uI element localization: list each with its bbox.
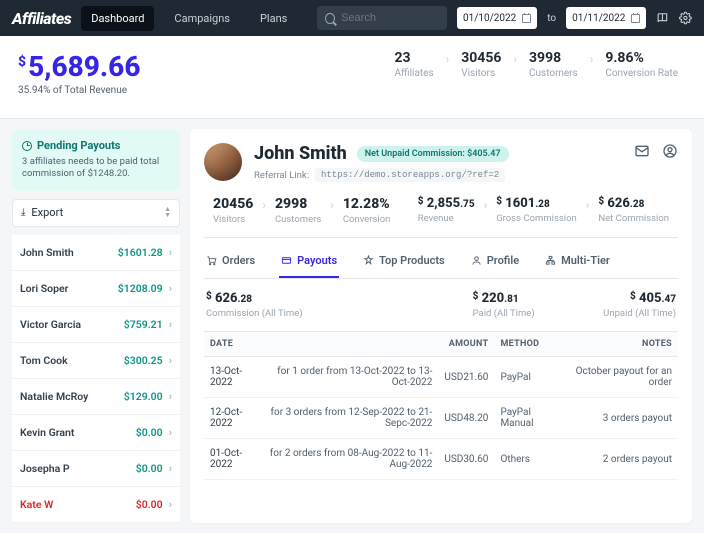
date-from-input[interactable]: 01/10/2022 [457, 7, 537, 29]
calendar-icon [522, 14, 531, 23]
pending-text: 3 affiliates needs to be paid total comm… [22, 156, 170, 181]
brand-logo: Affiliates [12, 9, 71, 28]
chevron-right-icon: › [169, 282, 172, 295]
tab-profile[interactable]: Profile [469, 248, 521, 278]
profile-name: John Smith [254, 143, 347, 164]
tab-payouts[interactable]: Payouts [279, 248, 339, 278]
search-input[interactable] [341, 12, 439, 24]
chevron-right-icon: › [169, 318, 172, 331]
stat-customers: 2998Customers [266, 196, 330, 225]
stat-net-commission: $ 626.28Net Commission [589, 196, 678, 224]
chevron-right-icon: › [169, 498, 172, 511]
pending-payouts-card: Pending Payouts 3 affiliates needs to be… [12, 129, 180, 191]
affiliate-row[interactable]: Tom Cook$300.25› [12, 343, 180, 379]
tab-multi-tier[interactable]: Multi-Tier [543, 248, 612, 278]
col-amount: AMOUNT [438, 332, 494, 357]
total-revenue: $5,689.66 [18, 50, 140, 83]
stat-gross-commission: $ 1601.28Gross Commission [487, 196, 586, 224]
payout-summary-commission-all-time-: $ 626.28Commission (All Time) [206, 291, 303, 319]
chevron-right-icon: › [446, 50, 450, 66]
chevron-right-icon: › [169, 390, 172, 403]
col-notes: NOTES [566, 332, 678, 357]
tab-orders[interactable]: Orders [204, 248, 257, 278]
stat-visitors: 20456Visitors [204, 196, 262, 225]
gear-icon[interactable] [679, 11, 692, 25]
payout-row: 13-Oct-2022for 1 order from 13-Oct-2022 … [204, 357, 678, 398]
stat-revenue: $ 2,855.75Revenue [409, 196, 484, 224]
affiliate-row[interactable]: Kevin Grant$0.00› [12, 415, 180, 451]
chevron-right-icon: › [513, 50, 517, 66]
sort-icon: ▲▼ [164, 207, 171, 218]
topbar: Affiliates Dashboard Campaigns Plans 01/… [0, 0, 704, 36]
col-date: DATE [204, 332, 263, 357]
affiliate-row[interactable]: Natalie McRoy$129.00› [12, 379, 180, 415]
date-to-input[interactable]: 01/11/2022 [566, 7, 646, 29]
detail-panel: John Smith Net Unpaid Commission: $405.4… [190, 129, 692, 523]
chevron-right-icon: › [169, 426, 172, 439]
book-icon[interactable] [656, 11, 669, 25]
tabs: Orders Payouts Top Products Profile Multi-Ti… [204, 238, 678, 279]
pending-title: Pending Payouts [37, 139, 120, 152]
download-icon: ⤓ [21, 207, 25, 218]
payouts-table: DATE AMOUNTMETHODNOTES 13-Oct-2022for 1 o… [204, 331, 678, 480]
commission-badge: Net Unpaid Commission: $405.47 [357, 146, 509, 162]
revenue-subtitle: 35.94% of Total Revenue [18, 85, 140, 96]
calendar-icon [631, 14, 640, 23]
affiliate-row[interactable]: Victor Garcia$759.21› [12, 307, 180, 343]
nav-plans[interactable]: Plans [250, 6, 297, 31]
kpi-visitors: 30456Visitors [453, 50, 509, 79]
avatar [204, 143, 242, 181]
affiliate-list: John Smith$1601.28›Lori Soper$1208.09›Vi… [12, 235, 180, 523]
nav-campaigns[interactable]: Campaigns [164, 6, 240, 31]
sidebar: Pending Payouts 3 affiliates needs to be… [12, 129, 180, 523]
stat-conversion: 12.28%Conversion [334, 196, 400, 225]
clock-icon [22, 141, 32, 151]
affiliate-row[interactable]: John Smith$1601.28› [12, 235, 180, 271]
chevron-right-icon: › [169, 246, 172, 259]
referral-url[interactable]: https://demo.storeapps.org/?ref=2 [315, 168, 505, 182]
metrics-bar: $5,689.66 35.94% of Total Revenue 23Affi… [0, 36, 704, 119]
payout-row: 01-Oct-2022for 2 orders from 08-Aug-2022… [204, 439, 678, 480]
kpi-customers: 3998Customers [521, 50, 586, 79]
mail-icon[interactable] [634, 143, 650, 159]
col-desc [263, 332, 439, 357]
kpi-conversion-rate: 9.86%Conversion Rate [597, 50, 686, 79]
affiliate-row[interactable]: Kate W$0.00› [12, 487, 180, 523]
date-to-label: to [547, 13, 556, 24]
search-box[interactable] [317, 6, 447, 30]
kpi-affiliates: 23Affiliates [387, 50, 442, 79]
nav-dashboard[interactable]: Dashboard [81, 6, 154, 31]
affiliate-row[interactable]: Lori Soper$1208.09› [12, 271, 180, 307]
col-method: METHOD [494, 332, 565, 357]
user-circle-icon[interactable] [662, 143, 678, 159]
search-icon [325, 13, 335, 24]
chevron-right-icon: › [590, 50, 594, 66]
export-button[interactable]: ⤓ Export ▲▼ [12, 199, 180, 227]
payout-row: 12-Oct-2022for 3 orders from 12-Sep-2022… [204, 398, 678, 439]
tab-top-products[interactable]: Top Products [361, 248, 447, 278]
chevron-right-icon: › [169, 354, 172, 367]
chevron-right-icon: › [169, 462, 172, 475]
referral-label: Referral Link: [254, 170, 309, 181]
affiliate-row[interactable]: Josepha P$0.00› [12, 451, 180, 487]
payout-summary-paid-all-time-: $ 220.81Paid (All Time) [473, 291, 535, 319]
payout-summary-unpaid-all-time-: $ 405.47Unpaid (All Time) [603, 291, 676, 319]
